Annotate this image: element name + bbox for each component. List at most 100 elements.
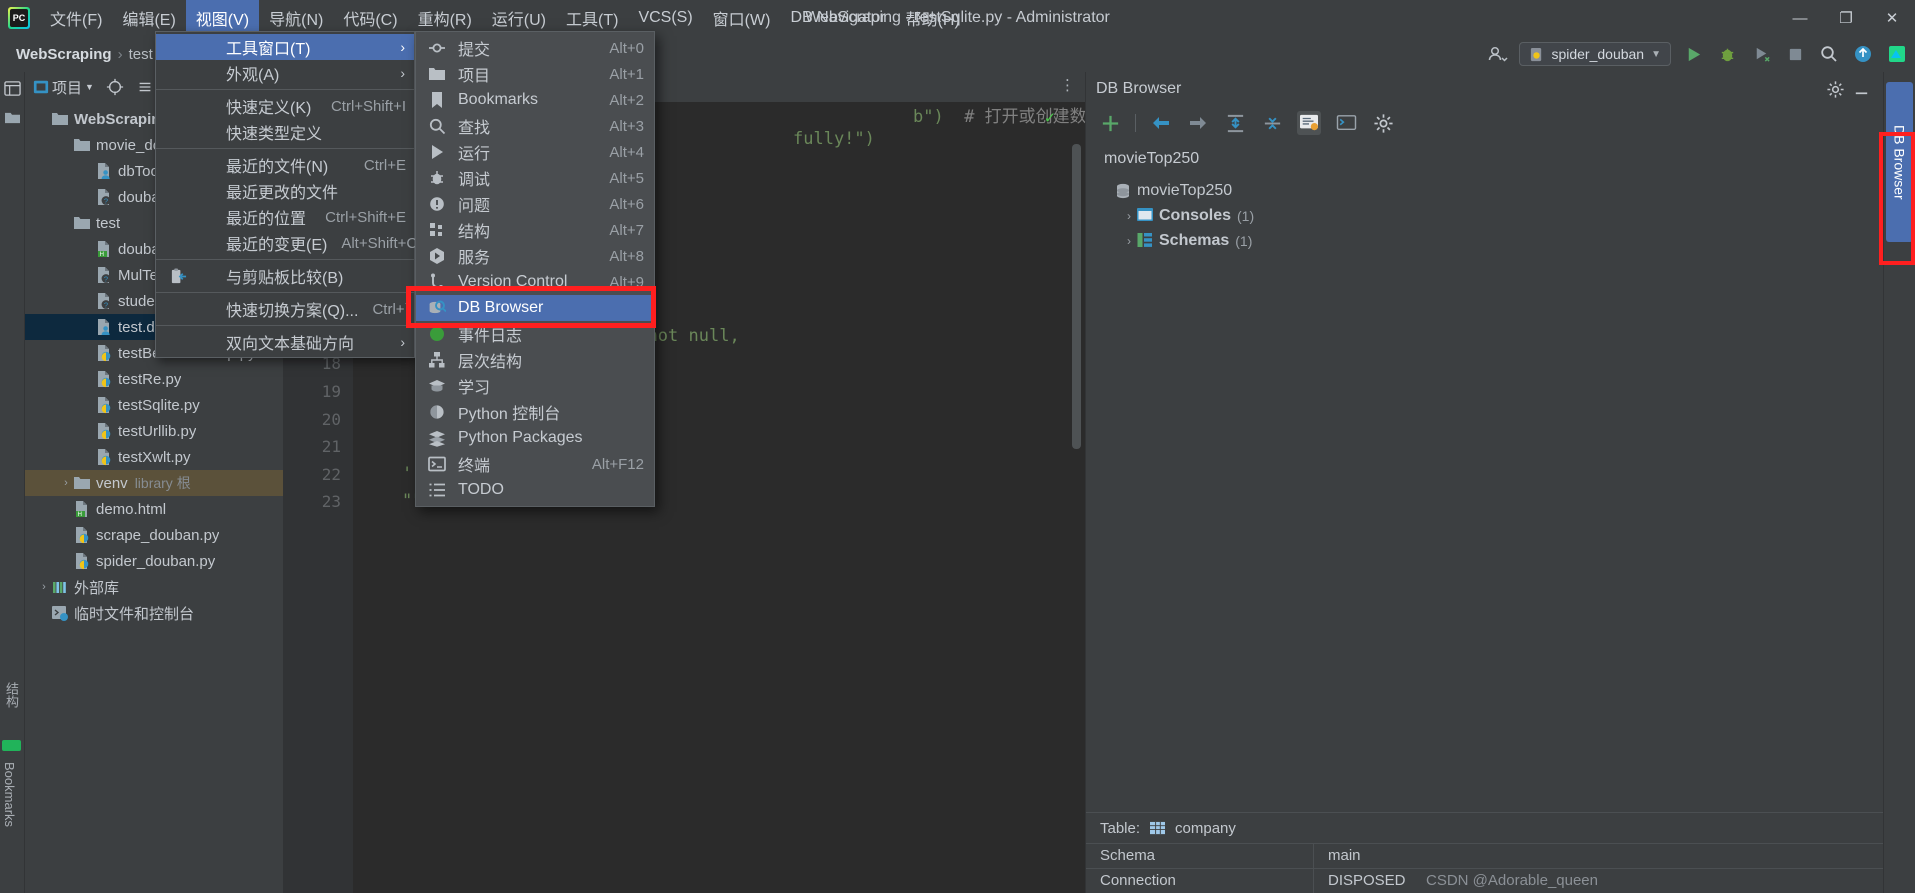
select-opened-file-icon[interactable] [106,78,124,96]
minimize-button[interactable]: — [1777,0,1823,36]
db-tree-node[interactable]: › Consoles (1) [1086,203,1883,228]
db-settings-button[interactable] [1371,111,1395,135]
chevron-icon[interactable]: › [37,581,51,593]
chevron-icon[interactable]: ⱟ [37,113,51,125]
db-tree-node[interactable]: › Schemas (1) [1086,228,1883,253]
commit-tool-icon[interactable] [4,110,21,125]
update-project-icon[interactable] [1851,42,1875,66]
tool-window-menu-item[interactable]: 项目 Alt+1 [416,61,654,87]
add-connection-button[interactable] [1098,111,1122,135]
inspection-ok-icon[interactable]: ✓ [1045,108,1055,128]
minimize-icon[interactable] [1852,80,1871,99]
project-tool-icon[interactable] [4,80,21,97]
db-browser-toolbar[interactable] [1086,106,1883,140]
chevron-down-icon[interactable]: ▼ [1651,49,1661,60]
navigate-back-button[interactable] [1149,111,1173,135]
open-console-button[interactable] [1334,111,1358,135]
tool-window-menu-item[interactable]: 查找 Alt+3 [416,113,654,139]
tree-node[interactable]: testRe.py [25,366,283,392]
tool-window-menu-item[interactable]: 运行 Alt+4 [416,139,654,165]
navigate-forward-button[interactable] [1186,111,1210,135]
db-tree-node[interactable]: ⱟ movieTop250 [1086,178,1883,203]
tree-node[interactable]: testSqlite.py [25,392,283,418]
tree-node[interactable]: 临时文件和控制台 [25,600,283,626]
tool-window-menu-item[interactable]: 问题 Alt+6 [416,191,654,217]
menu-9[interactable]: 窗口(W) [703,0,781,36]
tree-node[interactable]: testXwlt.py [25,444,283,470]
chevron-icon[interactable]: ⱟ [59,217,73,229]
tool-window-menu-item[interactable]: Version Control Alt+9 [416,269,654,295]
run-toolbar[interactable]: spider_douban ▼ [1485,36,1909,72]
view-menu-item[interactable]: 与剪贴板比较(B) [156,263,414,289]
editor-scrollbar[interactable] [1072,144,1081,449]
tool-window-menu-item[interactable]: 层次结构 [416,347,654,373]
menu-10[interactable]: DB Navigator [780,3,895,33]
structure-rail-label[interactable]: 结构 [2,682,21,708]
toggle-details-button[interactable] [1297,111,1321,135]
chevron-icon[interactable]: ⱟ [1100,184,1114,198]
left-tool-rail[interactable]: 结构 Bookmarks [0,72,25,893]
chevron-icon[interactable]: › [1122,234,1136,248]
expand-all-button[interactable] [1223,111,1247,135]
right-tool-rail[interactable]: DB Browser [1883,72,1915,893]
menu-shortcut: Alt+6 [609,196,644,213]
db-browser-tree[interactable]: ⱟ movieTop250 › Consoles (1) › Schemas (1) [1086,178,1883,253]
view-menu-item[interactable]: 快速类型定义 [156,119,414,145]
run-button[interactable] [1681,42,1705,66]
tree-node[interactable]: spider_douban.py [25,548,283,574]
view-menu-item[interactable]: 最近更改的文件 [156,178,414,204]
tree-node[interactable]: Hdemo.html [25,496,283,522]
tool-window-menu-item[interactable]: Python Packages [416,425,654,451]
project-panel-title[interactable]: 项目 ▼ [33,77,94,98]
view-menu-item[interactable]: 快速切换方案(Q)... Ctrl+` [156,296,414,322]
collapse-all-button[interactable] [1260,111,1284,135]
tool-window-menu-item[interactable]: 调试 Alt+5 [416,165,654,191]
run-configuration-selector[interactable]: spider_douban ▼ [1519,42,1671,66]
tool-window-menu-item[interactable]: 终端 Alt+F12 [416,451,654,477]
tool-window-menu-item[interactable]: Bookmarks Alt+2 [416,87,654,113]
view-menu-item[interactable]: 双向文本基础方向 › [156,329,414,355]
tree-node[interactable]: › venv library 根 [25,470,283,496]
breadcrumb-project[interactable]: WebScraping [12,46,116,63]
tool-window-menu-item[interactable]: TODO [416,477,654,503]
menu-8[interactable]: VCS(S) [628,3,702,33]
close-button[interactable]: ✕ [1869,0,1915,36]
window-controls[interactable]: — ❐ ✕ [1777,0,1915,36]
coverage-button[interactable] [1749,42,1773,66]
editor-options-icon[interactable]: ⋮ [1060,78,1075,93]
bookmarks-rail-label[interactable]: Bookmarks [2,762,17,827]
menu-11[interactable]: 帮助(H) [896,0,970,36]
chevron-icon[interactable]: ⱟ [59,139,73,151]
view-menu-item[interactable]: 最近的变更(E) Alt+Shift+C [156,230,414,256]
view-menu-item[interactable]: 快速定义(K) Ctrl+Shift+I [156,93,414,119]
view-menu-item[interactable]: 工具窗口(T) › [156,34,414,60]
tool-windows-submenu[interactable]: 提交 Alt+0 项目 Alt+1 Bookmarks Alt+2 查找 Alt+3 运行 Alt… [415,31,655,507]
stop-button[interactable] [1783,42,1807,66]
view-menu-item[interactable]: 最近的文件(N) Ctrl+E [156,152,414,178]
tree-node[interactable]: › 外部库 [25,574,283,600]
tool-window-menu-item[interactable]: DB Browser [416,295,654,321]
tool-window-menu-item[interactable]: Python 控制台 [416,399,654,425]
ide-and-project-settings-icon[interactable] [1885,42,1909,66]
tree-node[interactable]: testUrllib.py [25,418,283,444]
search-everywhere-icon[interactable] [1817,42,1841,66]
maximize-button[interactable]: ❐ [1823,0,1869,36]
collapse-all-icon[interactable] [136,78,154,96]
debug-button[interactable] [1715,42,1739,66]
view-menu-item[interactable]: 外观(A) › [156,60,414,86]
tool-window-menu-item[interactable]: 事件日志 [416,321,654,347]
view-menu-dropdown[interactable]: 工具窗口(T) › 外观(A) › 快速定义(K) Ctrl+Shift+I 快速类型定义最… [155,31,415,358]
chevron-icon[interactable]: › [1122,209,1136,223]
gear-icon[interactable] [1826,80,1845,99]
tool-window-menu-item[interactable]: 服务 Alt+8 [416,243,654,269]
chevron-icon[interactable]: › [59,477,73,489]
menu-0[interactable]: 文件(F) [40,0,112,36]
tree-node[interactable]: scrape_douban.py [25,522,283,548]
view-menu-item[interactable]: 最近的位置 Ctrl+Shift+E [156,204,414,230]
chevron-down-icon[interactable]: ▼ [85,82,94,92]
tool-window-menu-item[interactable]: 提交 Alt+0 [416,35,654,61]
account-icon[interactable] [1485,42,1509,66]
breadcrumb-folder[interactable]: test [125,46,157,63]
tool-window-menu-item[interactable]: 学习 [416,373,654,399]
tool-window-menu-item[interactable]: 结构 Alt+7 [416,217,654,243]
